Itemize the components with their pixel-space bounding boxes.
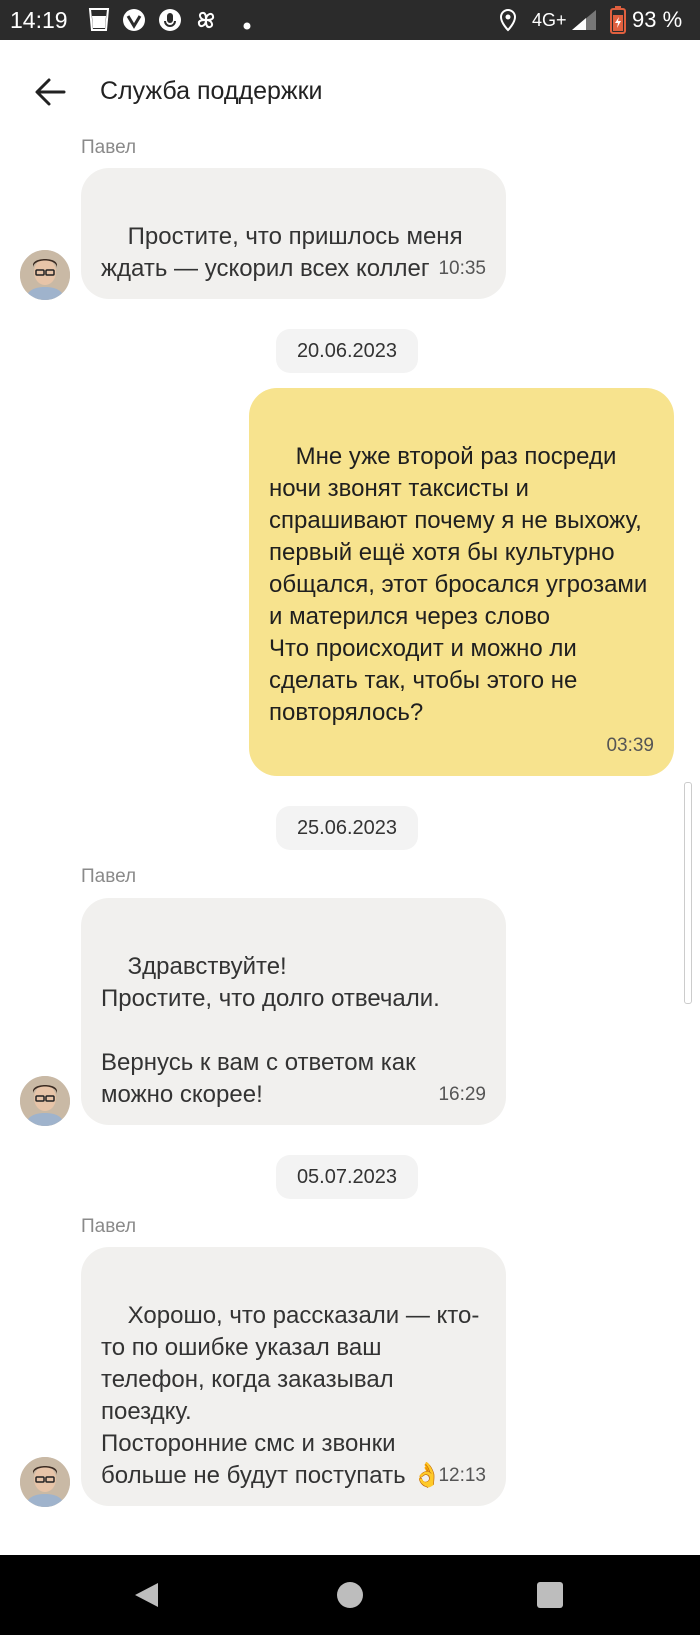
cup-icon — [88, 8, 110, 37]
microphone-icon — [158, 8, 182, 37]
dot-icon — [243, 17, 251, 35]
message-bubble-outgoing[interactable]: Мне уже второй раз посреди ночи звонят т… — [249, 388, 674, 776]
fan-icon — [194, 8, 218, 37]
date-separator: 25.06.2023 — [276, 806, 418, 850]
avatar[interactable] — [20, 1457, 70, 1507]
signal-icon — [570, 8, 598, 37]
message-bubble[interactable]: Хорошо, что рассказали — кто-то по ошибк… — [81, 1247, 506, 1506]
sender-name: Павел — [81, 1216, 137, 1237]
arrow-left-icon — [30, 78, 70, 116]
battery-icon — [610, 6, 626, 39]
status-bar: 14:19 4G+ 93 % — [0, 0, 700, 40]
nav-recents-button[interactable] — [532, 1577, 568, 1613]
scrollbar-thumb[interactable] — [684, 782, 692, 1004]
status-time: 14:19 — [10, 7, 68, 33]
message-text: Простите, что пришлось меня ждать — уско… — [101, 223, 470, 282]
sender-name: Павел — [81, 137, 137, 158]
sender-name: Павел — [81, 866, 137, 887]
app-header: Служба поддержки — [0, 40, 700, 140]
heart-app-icon — [122, 8, 146, 37]
battery-percent: 93 % — [632, 7, 683, 32]
avatar[interactable] — [20, 250, 70, 300]
message-text: Хорошо, что рассказали — кто-то по ошибк… — [101, 1302, 480, 1489]
message-time: 12:13 — [438, 1465, 486, 1486]
message-time: 10:35 — [438, 258, 486, 279]
date-separator: 05.07.2023 — [276, 1155, 418, 1199]
message-bubble[interactable]: Простите, что пришлось меня ждать — уско… — [81, 168, 506, 299]
message-time: 03:39 — [606, 735, 654, 756]
square-recents-icon — [532, 1582, 568, 1617]
message-bubble[interactable]: Здравствуйте! Простите, что долго отвеча… — [81, 898, 506, 1125]
date-separator: 20.06.2023 — [276, 329, 418, 373]
nav-home-button[interactable] — [332, 1577, 368, 1613]
message-text: Мне уже второй раз посреди ночи звонят т… — [269, 443, 648, 726]
message-time: 16:29 — [438, 1084, 486, 1105]
message-text: Здравствуйте! Простите, что долго отвеча… — [101, 953, 440, 1108]
nav-back-button[interactable] — [128, 1577, 164, 1613]
network-type: 4G+ — [532, 10, 567, 30]
triangle-back-icon — [128, 1583, 164, 1617]
back-button[interactable] — [30, 72, 70, 112]
system-nav-bar — [0, 1555, 700, 1635]
avatar[interactable] — [20, 1076, 70, 1126]
page-title: Служба поддержки — [100, 77, 323, 105]
circle-home-icon — [332, 1582, 368, 1617]
location-icon — [498, 8, 518, 37]
